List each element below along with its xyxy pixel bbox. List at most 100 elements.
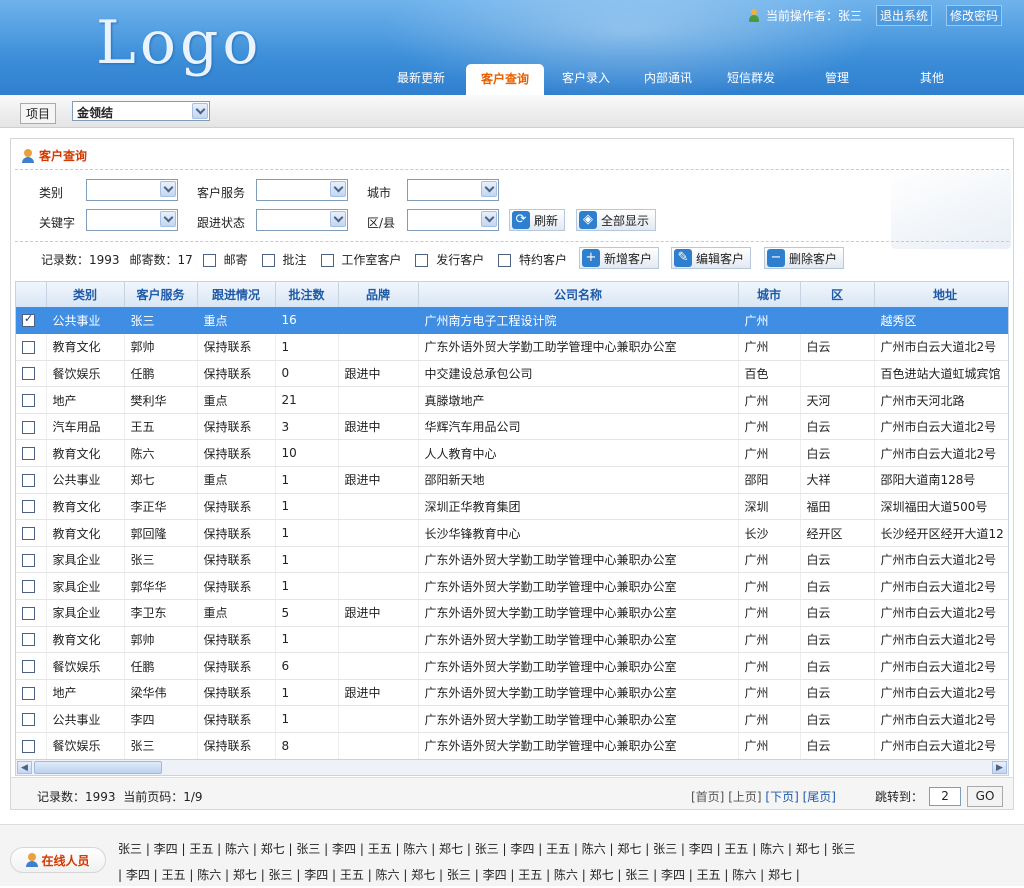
checkbox[interactable] <box>415 254 429 267</box>
row-checkbox[interactable] <box>22 340 35 354</box>
column-header[interactable]: 城市 <box>738 282 801 307</box>
table-cell: 餐饮娱乐 <box>46 652 125 680</box>
chevron-down-icon[interactable] <box>330 211 346 227</box>
mail-count: 邮寄数：17 <box>129 253 193 267</box>
table-cell: 张三 <box>124 732 198 759</box>
table-row[interactable]: 教育文化 郭帅 保持联系 1 广东外语外贸大学勤工助学管理中心兼职办公室 广州 白云 广州市白… <box>16 626 1008 654</box>
column-header[interactable]: 公司名称 <box>418 282 739 307</box>
row-checkbox[interactable] <box>22 553 35 567</box>
row-checkbox[interactable] <box>22 473 35 487</box>
logout-button[interactable]: 退出系统 <box>875 5 932 26</box>
filter-option[interactable]: 批注 <box>261 253 311 267</box>
city-select[interactable] <box>407 179 499 201</box>
checkbox[interactable] <box>261 254 275 267</box>
column-header[interactable]: 区 <box>800 282 875 307</box>
horizontal-scrollbar[interactable]: ◀ ▶ <box>15 759 1009 776</box>
table-row[interactable]: 教育文化 郭帅 保持联系 1 广东外语外贸大学勤工助学管理中心兼职办公室 广州 白云 广州市白… <box>16 333 1008 361</box>
last-page-link[interactable]: [尾页] <box>803 790 836 804</box>
table-row[interactable]: 公共事业 李四 保持联系 1 广东外语外贸大学勤工助学管理中心兼职办公室 广州 白云 广州市白… <box>16 705 1008 733</box>
table-row[interactable]: 家具企业 张三 保持联系 1 广东外语外贸大学勤工助学管理中心兼职办公室 广州 白云 广州市白… <box>16 546 1008 574</box>
edit-customer-button[interactable]: ✎ 编辑客户 <box>671 247 752 269</box>
refresh-button[interactable]: ⟳ 刷新 <box>509 209 566 231</box>
row-checkbox[interactable] <box>22 420 35 434</box>
chevron-down-icon[interactable] <box>330 181 346 197</box>
chevron-down-icon[interactable] <box>160 181 176 197</box>
row-checkbox[interactable] <box>22 739 35 753</box>
column-header[interactable]: 品牌 <box>338 282 419 307</box>
column-header[interactable]: 客户服务 <box>124 282 198 307</box>
table-row[interactable]: 教育文化 郭回隆 保持联系 1 长沙华锋教育中心 长沙 经开区 长沙经开区经开大道12 <box>16 519 1008 547</box>
keyword-select[interactable] <box>86 209 178 231</box>
online-users-line[interactable]: 张三 | 李四 | 王五 | 陈六 | 郑七 | 张三 | 李四 | 王五 | … <box>118 836 1018 862</box>
nav-tab[interactable]: 最新更新 <box>376 62 466 95</box>
checkbox[interactable] <box>202 254 216 267</box>
table-row[interactable]: 家具企业 李卫东 重点 5 跟进中 广东外语外贸大学勤工助学管理中心兼职办公室 广州 白云 广州… <box>16 599 1008 627</box>
scroll-left-icon[interactable]: ◀ <box>17 761 32 774</box>
next-page-link[interactable]: [下页] <box>765 790 798 804</box>
service-select[interactable] <box>256 179 348 201</box>
table-row[interactable]: ✓ 公共事业 张三 重点 16 广州南方电子工程设计院 广州 越秀区 <box>16 307 1008 335</box>
filter-option[interactable]: 工作室客户 <box>320 253 406 267</box>
chevron-down-icon[interactable] <box>481 181 497 197</box>
filter-option[interactable]: 特约客户 <box>498 253 571 267</box>
chevron-down-icon[interactable] <box>481 211 497 227</box>
nav-tab[interactable]: 客户查询 <box>466 64 544 95</box>
table-row[interactable]: 餐饮娱乐 张三 保持联系 8 广东外语外贸大学勤工助学管理中心兼职办公室 广州 白云 广州市白… <box>16 732 1008 759</box>
nav-tab[interactable]: 管理 <box>794 62 880 95</box>
column-header[interactable]: 批注数 <box>275 282 339 307</box>
table-row[interactable]: 餐饮娱乐 任鹏 保持联系 0 跟进中 中交建设总承包公司 百色 百色进站大道虹城宾馆 <box>16 360 1008 388</box>
chevron-down-icon[interactable] <box>160 211 176 227</box>
district-select[interactable] <box>407 209 499 231</box>
table-row[interactable]: 教育文化 陈六 保持联系 10 人人教育中心 广州 白云 广州市白云大道北2号 <box>16 439 1008 468</box>
row-checkbox[interactable] <box>22 500 35 514</box>
first-page-link[interactable]: [首页] <box>691 790 724 804</box>
category-select[interactable] <box>86 179 178 201</box>
row-checkbox[interactable] <box>22 660 35 674</box>
show-all-button[interactable]: ◈ 全部显示 <box>576 209 657 231</box>
chevron-down-icon[interactable] <box>192 103 208 119</box>
row-checkbox[interactable] <box>22 713 35 727</box>
row-checkbox[interactable] <box>22 686 35 700</box>
column-header[interactable]: 地址 <box>874 282 1008 307</box>
row-checkbox[interactable] <box>22 367 35 381</box>
add-customer-button[interactable]: + 新增客户 <box>579 247 660 269</box>
nav-tab[interactable]: 内部通讯 <box>628 62 708 95</box>
prev-page-link[interactable]: [上页] <box>728 790 761 804</box>
page-number-input[interactable]: 2 <box>929 787 962 806</box>
change-password-button[interactable]: 修改密码 <box>945 5 1002 26</box>
filter-option[interactable]: 邮寄 <box>202 253 252 267</box>
checkbox[interactable] <box>498 254 512 267</box>
table-row[interactable]: 公共事业 郑七 重点 1 跟进中 邵阳新天地 邵阳 大祥 邵阳大道南128号 <box>16 466 1008 494</box>
row-checkbox[interactable] <box>22 606 35 620</box>
table-row[interactable]: 教育文化 李正华 保持联系 1 深圳正华教育集团 深圳 福田 深圳福田大道500号 <box>16 493 1008 521</box>
nav-tab[interactable]: 短信群发 <box>708 62 794 95</box>
nav-tab[interactable]: 其他 <box>880 62 984 95</box>
table-row[interactable]: 餐饮娱乐 任鹏 保持联系 6 广东外语外贸大学勤工助学管理中心兼职办公室 广州 白云 广州市白… <box>16 652 1008 680</box>
table-row[interactable]: 汽车用品 王五 保持联系 3 跟进中 华辉汽车用品公司 广州 白云 广州市白云大道北2号 <box>16 413 1008 441</box>
table-cell: 郑七 <box>124 466 198 494</box>
row-checkbox[interactable] <box>22 580 35 594</box>
column-header[interactable]: 类别 <box>46 282 125 307</box>
row-checkbox[interactable] <box>22 447 35 461</box>
delete-customer-button[interactable]: − 删除客户 <box>764 247 845 269</box>
scroll-right-icon[interactable]: ▶ <box>992 761 1007 774</box>
table-row[interactable]: 家具企业 郭华华 保持联系 1 广东外语外贸大学勤工助学管理中心兼职办公室 广州 白云 广州市… <box>16 572 1008 601</box>
pencil-icon: ✎ <box>674 249 692 267</box>
project-select[interactable]: 金领结 <box>72 101 210 121</box>
online-users-line[interactable]: | 李四 | 王五 | 陈六 | 郑七 | 张三 | 李四 | 王五 | 陈六 … <box>118 862 1018 888</box>
table-row[interactable]: 地产 樊利华 重点 21 真滕墩地产 广州 天河 广州市天河北路 <box>16 386 1008 414</box>
table-cell: 李卫东 <box>124 599 198 627</box>
row-checkbox[interactable] <box>22 527 35 541</box>
row-checkbox[interactable] <box>22 394 35 408</box>
filter-option[interactable]: 发行客户 <box>415 253 488 267</box>
scroll-thumb[interactable] <box>34 761 162 774</box>
table-cell: 公共事业 <box>46 307 125 335</box>
column-header[interactable]: 跟进情况 <box>197 282 276 307</box>
nav-tab[interactable]: 客户录入 <box>544 62 628 95</box>
row-checkbox[interactable]: ✓ <box>22 312 35 328</box>
checkbox[interactable] <box>320 254 334 267</box>
row-checkbox[interactable] <box>22 633 35 647</box>
go-button[interactable]: GO <box>967 786 1004 807</box>
follow-select[interactable] <box>256 209 348 231</box>
table-row[interactable]: 地产 梁华伟 保持联系 1 跟进中 广东外语外贸大学勤工助学管理中心兼职办公室 广州 白云 广州… <box>16 679 1008 707</box>
